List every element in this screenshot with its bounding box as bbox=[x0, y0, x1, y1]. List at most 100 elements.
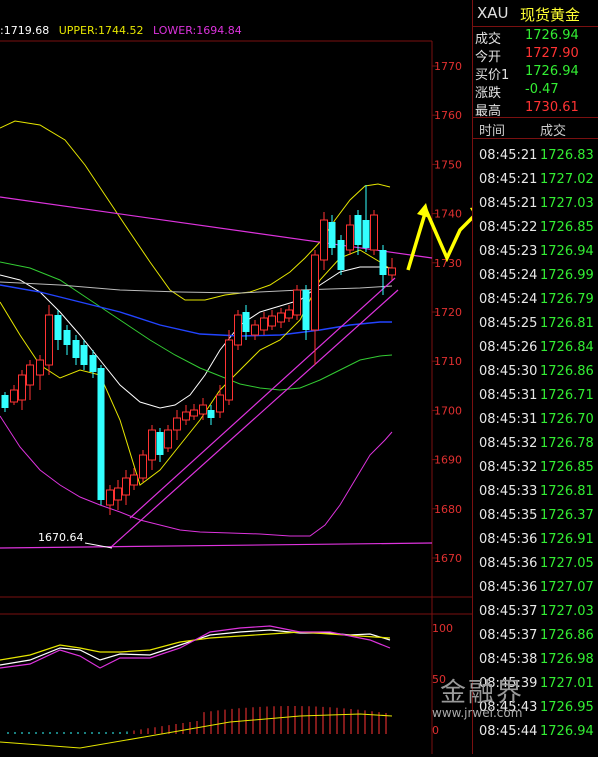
tick-price: 1726.37 bbox=[540, 508, 594, 523]
tick-row: 08:45:36 1727.07 bbox=[473, 580, 598, 604]
oscillator-axis-label: 0 bbox=[432, 724, 439, 737]
tick-row: 08:45:21 1727.03 bbox=[473, 196, 598, 220]
quote-row: 买价1 1726.94 bbox=[473, 64, 598, 83]
tick-row: 08:45:32 1726.78 bbox=[473, 436, 598, 460]
time-column-header: 时间 bbox=[479, 124, 506, 139]
candle-body bbox=[97, 368, 105, 500]
candle-body bbox=[18, 374, 26, 401]
macd-histogram bbox=[0, 706, 393, 749]
upper-band-line bbox=[0, 120, 391, 301]
candle-body bbox=[379, 250, 387, 275]
tick-row: 08:45:33 1726.81 bbox=[473, 484, 598, 508]
candle-body bbox=[130, 474, 138, 486]
tick-row: 08:45:23 1726.94 bbox=[473, 244, 598, 268]
candle-body bbox=[242, 312, 250, 332]
tick-row: 08:45:31 1726.70 bbox=[473, 412, 598, 436]
tick-price: 1726.94 bbox=[540, 244, 594, 259]
quote-value: 1727.90 bbox=[525, 46, 579, 61]
tick-time: 08:45:24 bbox=[479, 268, 538, 283]
tick-price: 1726.81 bbox=[540, 316, 594, 331]
candle-body bbox=[114, 487, 122, 501]
price-column-header: 成交 bbox=[540, 124, 567, 139]
candle-body bbox=[164, 429, 172, 449]
ma-gray-line bbox=[0, 281, 393, 294]
price-axis-label: 1740 bbox=[434, 208, 462, 221]
tick-time: 08:45:31 bbox=[479, 388, 538, 403]
tick-row: 08:45:31 1726.71 bbox=[473, 388, 598, 412]
tick-time: 08:45:36 bbox=[479, 556, 538, 571]
candle-body bbox=[302, 290, 310, 330]
quote-row: 成交 1726.94 bbox=[473, 28, 598, 47]
candle-body bbox=[63, 330, 71, 345]
tick-row: 08:45:35 1726.37 bbox=[473, 508, 598, 532]
tick-row: 08:45:24 1726.79 bbox=[473, 292, 598, 316]
tick-row: 08:45:36 1726.91 bbox=[473, 532, 598, 556]
tick-price: 1726.98 bbox=[540, 652, 594, 667]
candle-body bbox=[190, 409, 198, 417]
candle-body bbox=[122, 477, 130, 496]
candle-body bbox=[388, 267, 396, 276]
price-axis-label: 1720 bbox=[434, 306, 462, 319]
price-axis: 1770176017501740173017201710170016901680… bbox=[432, 60, 462, 565]
candle-body bbox=[148, 429, 156, 461]
candle-body bbox=[89, 355, 97, 372]
osc-d-line bbox=[0, 631, 391, 661]
tick-time: 08:45:37 bbox=[479, 628, 538, 643]
candle-body bbox=[251, 324, 259, 336]
tick-row: 08:45:22 1726.85 bbox=[473, 220, 598, 244]
quote-value: 1726.94 bbox=[525, 28, 579, 43]
tick-time: 08:45:44 bbox=[479, 724, 538, 739]
candle-body bbox=[199, 404, 207, 415]
candle-body bbox=[225, 339, 233, 401]
quote-row: 涨跌 -0.47 bbox=[473, 82, 598, 101]
tick-time: 08:45:36 bbox=[479, 580, 538, 595]
tick-price: 1726.81 bbox=[540, 484, 594, 499]
tick-row: 08:45:24 1726.99 bbox=[473, 268, 598, 292]
candle-body bbox=[106, 489, 114, 506]
candle-body bbox=[10, 389, 18, 403]
tick-time: 08:45:21 bbox=[479, 148, 538, 163]
symbol-code: XAU bbox=[477, 4, 509, 22]
tick-row: 08:45:37 1726.86 bbox=[473, 628, 598, 652]
osc-j-line bbox=[0, 625, 391, 669]
candle-body bbox=[370, 214, 378, 251]
candle-body bbox=[354, 215, 362, 245]
price-axis-label: 1750 bbox=[434, 158, 462, 171]
quote-label: 买价1 bbox=[475, 68, 510, 83]
price-axis-label: 1700 bbox=[434, 404, 462, 417]
price-axis-label: 1760 bbox=[434, 109, 462, 122]
candle-body bbox=[311, 254, 319, 331]
boll-lower-value: LOWER:1694.84 bbox=[152, 24, 242, 37]
tick-time: 08:45:30 bbox=[479, 364, 538, 379]
candle-body bbox=[26, 364, 34, 386]
tick-price: 1726.79 bbox=[540, 292, 594, 307]
low-marker-label: 1670.64 bbox=[38, 531, 84, 544]
tick-price: 1727.01 bbox=[540, 676, 594, 691]
quote-label: 成交 bbox=[475, 32, 502, 47]
tick-time: 08:45:26 bbox=[479, 340, 538, 355]
candle-body bbox=[328, 222, 336, 248]
tick-table-header: 时间 成交 bbox=[473, 117, 598, 139]
quote-row: 今开 1727.90 bbox=[473, 46, 598, 65]
tick-price: 1726.85 bbox=[540, 220, 594, 235]
tick-time: 08:45:31 bbox=[479, 412, 538, 427]
price-axis-label: 1770 bbox=[434, 60, 462, 73]
tick-price: 1727.03 bbox=[540, 196, 594, 211]
candles-group bbox=[1, 185, 396, 515]
candlestick-chart[interactable]: 1770176017501740173017201710170016901680… bbox=[0, 0, 590, 754]
price-axis-label: 1690 bbox=[434, 454, 462, 467]
tick-price: 1727.05 bbox=[540, 556, 594, 571]
candle-body bbox=[337, 240, 345, 270]
osc-k-line bbox=[0, 629, 391, 666]
quote-header: XAU 现货黄金 bbox=[473, 0, 598, 27]
candle-body bbox=[216, 394, 224, 413]
tick-row: 08:45:25 1726.81 bbox=[473, 316, 598, 340]
tick-row: 08:45:26 1726.84 bbox=[473, 340, 598, 364]
candle-body bbox=[260, 317, 268, 331]
candle-body bbox=[277, 312, 285, 323]
tick-price: 1726.70 bbox=[540, 412, 594, 427]
candle-body bbox=[1, 395, 9, 408]
quote-label: 今开 bbox=[475, 50, 502, 65]
tick-time: 08:45:22 bbox=[479, 220, 538, 235]
kline-chart-pane[interactable]: 1770 1760 1750 1740 1730 1720 1710 1700 1690 1680… bbox=[0, 0, 590, 754]
